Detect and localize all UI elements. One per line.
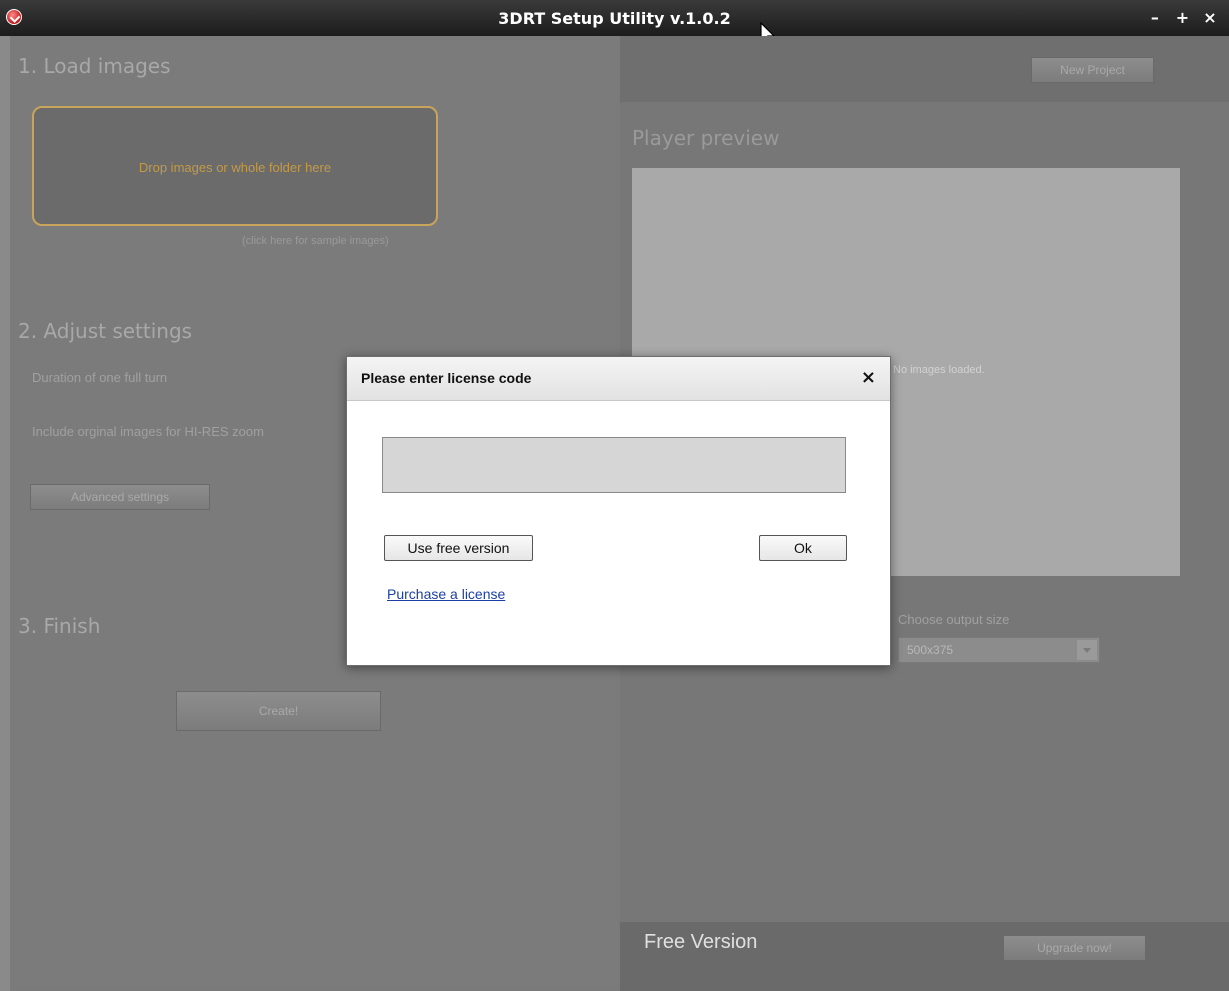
section-finish-title: 3. Finish <box>18 614 101 638</box>
output-size-select[interactable]: 500x375 <box>898 637 1100 663</box>
dialog-header: Please enter license code × <box>347 357 890 401</box>
window-controls: – + × <box>1144 8 1221 27</box>
drop-zone-label: Drop images or whole folder here <box>138 160 332 175</box>
output-size-value: 500x375 <box>907 643 954 657</box>
output-size-label: Choose output size <box>898 612 1010 627</box>
player-preview-title: Player preview <box>632 126 780 150</box>
free-version-label: Free Version <box>644 931 758 953</box>
create-button[interactable]: Create! <box>176 691 381 731</box>
title-bar: 3DRT Setup Utility v.1.0.2 – + × <box>0 0 1229 36</box>
maximize-button[interactable]: + <box>1171 8 1193 27</box>
ok-button[interactable]: Ok <box>759 535 847 561</box>
license-dialog: Please enter license code × Use free ver… <box>346 356 891 666</box>
use-free-version-button[interactable]: Use free version <box>384 535 533 561</box>
duration-label: Duration of one full turn <box>32 370 168 385</box>
preview-status-text: No images loaded. <box>893 364 985 376</box>
include-hires-label: Include orginal images for HI-RES zoom <box>32 424 264 439</box>
window-border <box>0 36 10 991</box>
purchase-license-link[interactable]: Purchase a license <box>387 586 505 602</box>
image-drop-zone[interactable]: Drop images or whole folder here <box>32 106 438 226</box>
dialog-title: Please enter license code <box>361 370 532 386</box>
close-window-button[interactable]: × <box>1199 8 1221 27</box>
section-load-images-title: 1. Load images <box>18 54 171 78</box>
advanced-settings-button[interactable]: Advanced settings <box>30 484 210 510</box>
chevron-down-icon[interactable] <box>1077 640 1097 660</box>
sample-images-link[interactable]: (click here for sample images) <box>242 235 389 247</box>
minimize-button[interactable]: – <box>1144 8 1166 27</box>
close-icon[interactable]: × <box>861 367 876 388</box>
license-code-input[interactable] <box>382 437 846 493</box>
new-project-button[interactable]: New Project <box>1031 57 1154 83</box>
window-title: 3DRT Setup Utility v.1.0.2 <box>498 9 731 28</box>
upgrade-now-button[interactable]: Upgrade now! <box>1003 935 1146 961</box>
section-adjust-settings-title: 2. Adjust settings <box>18 319 193 343</box>
